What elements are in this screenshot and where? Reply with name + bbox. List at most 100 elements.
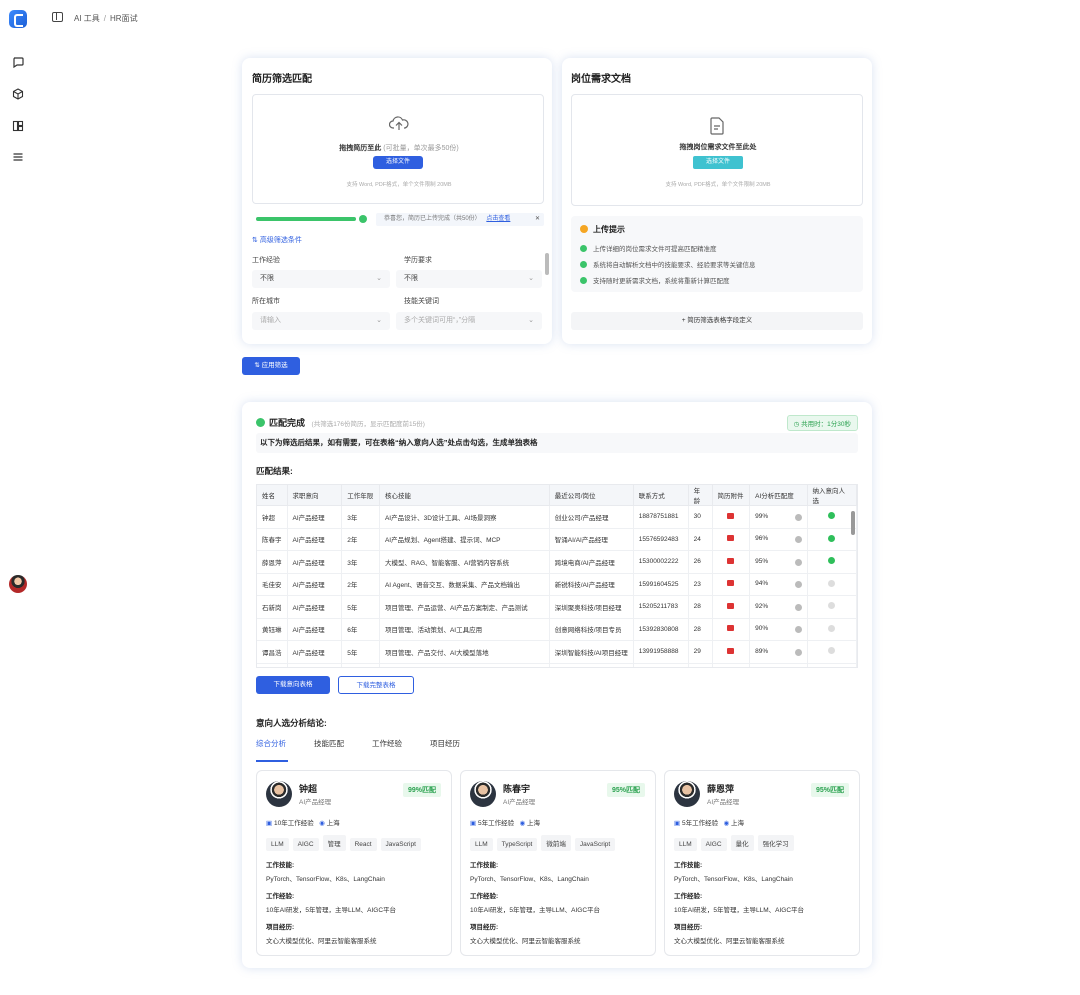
detail-icon[interactable] — [794, 513, 802, 521]
file-icon[interactable] — [727, 625, 735, 632]
file-icon[interactable] — [727, 602, 735, 609]
table-row: 钟超 AI产品经理 3年 AI产品设计、3D设计工具、AI场景洞察 创业公司/产品经理 1… — [257, 505, 857, 529]
candidate-card[interactable]: 陈春宇 AI产品经理 95%匹配 ▣ 5年工作经验 ◉ 上海 LLM TypeScript… — [460, 770, 656, 956]
cell-attachment — [712, 663, 751, 667]
experience-years: 5年工作经验 — [681, 820, 719, 827]
skill-tag: 管理 — [322, 835, 346, 851]
view-uploaded-link[interactable]: 点击查看 — [486, 216, 510, 222]
tab-experience[interactable]: 工作经验 — [372, 738, 402, 749]
cell-phone: 15205211783 — [633, 595, 689, 619]
results-table: 姓名 求职意向 工作年限 核心技能 最近公司/岗位 联系方式 年龄 简历附件 AI分析匹配度 纳入… — [257, 485, 857, 667]
check-icon — [580, 245, 587, 252]
detail-icon[interactable] — [794, 626, 802, 634]
experience-heading: 工作经验: — [470, 893, 499, 900]
job-panel-title: 岗位需求文档 — [571, 74, 631, 85]
tab-overall[interactable]: 综合分析 — [256, 738, 286, 749]
cell-attachment — [712, 573, 751, 596]
match-value: 99% — [755, 512, 769, 520]
detail-icon[interactable] — [794, 603, 802, 611]
candidate-name: 钟超 — [299, 784, 318, 794]
user-avatar[interactable] — [9, 575, 27, 593]
select-checkbox[interactable] — [828, 647, 836, 655]
file-icon[interactable] — [727, 512, 735, 519]
close-icon[interactable]: ✕ — [535, 213, 540, 226]
city: 上海 — [731, 820, 744, 827]
table-scrollbar[interactable] — [851, 511, 855, 535]
candidate-card[interactable]: 薛恩萍 AI产品经理 95%匹配 ▣ 5年工作经验 ◉ 上海 LLM AIGC 量化 强化学习… — [664, 770, 860, 956]
apply-filter-button[interactable]: ⇅ 应用筛选 — [242, 357, 300, 375]
tag-list: LLM AIGC 管理 React JavaScript — [266, 835, 425, 851]
cell-match: 95% — [749, 550, 808, 574]
projects-value: 文心大模型优化、阿里云智能客服系统 — [470, 938, 581, 945]
candidate-role: AI产品经理 — [299, 799, 332, 806]
cell-match: 99% — [749, 505, 808, 529]
advanced-filter-toggle[interactable]: ⇅ 高级筛选条件 — [252, 235, 302, 245]
custom-fields-button[interactable]: + 简历筛选表格字段定义 — [571, 312, 863, 330]
column-header: 年龄 — [688, 485, 713, 506]
file-icon[interactable] — [727, 580, 735, 587]
city-input[interactable]: 请输入 ⌄ — [252, 312, 390, 330]
candidate-card[interactable]: 钟超 AI产品经理 99%匹配 ▣ 10年工作经验 ◉ 上海 LLM AIGC 管理 Reac… — [256, 770, 452, 956]
resume-panel: 简历筛选匹配 拖拽简历至此 (可批量，单次最多50份) 选择文件 支持 Word… — [242, 58, 552, 344]
download-intent-button[interactable]: 下载意向表格 — [256, 676, 330, 694]
cell-company: 智涌AI/AI产品经理 — [549, 528, 634, 551]
keywords-placeholder: 多个关键词可用“，”分隔 — [404, 317, 476, 324]
experience-label: 工作经验 — [252, 257, 280, 264]
menu-icon[interactable] — [12, 151, 24, 163]
advanced-filter-label: 高级筛选条件 — [259, 237, 302, 244]
education-label: 学历要求 — [404, 257, 432, 264]
select-checkbox[interactable] — [828, 602, 836, 610]
custom-fields-label: 简历筛选表格字段定义 — [687, 317, 753, 324]
table-title: 匹配结果: — [256, 466, 293, 476]
file-icon[interactable] — [727, 647, 735, 654]
education-select[interactable]: 不限 ⌄ — [396, 270, 542, 288]
clock-icon: ◷ — [793, 421, 800, 428]
cell-name: 谭昌浩 — [257, 640, 288, 664]
resume-panel-title: 简历筛选匹配 — [252, 74, 312, 85]
match-value: 95% — [755, 557, 769, 565]
cell-years: 5年 — [341, 595, 380, 619]
tab-projects[interactable]: 项目经历 — [430, 738, 460, 749]
briefcase-icon: ▣ — [470, 820, 477, 827]
select-checkbox[interactable] — [828, 624, 836, 632]
keywords-input[interactable]: 多个关键词可用“，”分隔 ⌄ — [396, 312, 542, 330]
tag-list: LLM TypeScript 微前端 JavaScript — [470, 835, 619, 851]
cell-name: 毛佳安 — [257, 573, 288, 596]
detail-icon[interactable] — [794, 558, 802, 566]
cell-age: 29 — [688, 640, 713, 664]
job-dropzone[interactable]: 拖拽岗位需求文件至此处 选择文件 支持 Word, PDF格式，单个文件限制 2… — [571, 94, 863, 206]
cube-icon[interactable] — [12, 88, 24, 100]
job-select-button[interactable]: 选择文件 — [693, 156, 743, 169]
resume-select-button[interactable]: 选择文件 — [373, 156, 423, 169]
cell-skills: AI项目全生命周期、跨团队协作、项目管理、路演会 — [379, 663, 550, 667]
download-full-button[interactable]: 下载完整表格 — [338, 676, 414, 694]
time-badge: ◷ 共用时：1分30秒 — [786, 415, 858, 431]
chat-icon[interactable] — [12, 56, 24, 69]
match-badge: 99%匹配 — [402, 783, 441, 797]
select-checkbox[interactable] — [828, 534, 836, 542]
select-checkbox[interactable] — [828, 512, 836, 520]
select-checkbox[interactable] — [828, 557, 836, 565]
match-value: 90% — [755, 625, 769, 633]
cell-phone: 13991958888 — [633, 640, 689, 664]
detail-icon[interactable] — [794, 536, 802, 544]
cell-name: 刘超 — [257, 663, 288, 667]
app-logo[interactable] — [9, 10, 27, 28]
file-icon[interactable] — [727, 557, 735, 564]
select-checkbox[interactable] — [828, 579, 836, 587]
panel-scrollbar[interactable] — [545, 253, 549, 275]
briefcase-icon: ▣ — [674, 820, 681, 827]
cell-match: 94% — [749, 573, 808, 596]
layout-icon[interactable] — [12, 120, 24, 132]
check-icon — [580, 277, 587, 284]
resume-dropzone[interactable]: 拖拽简历至此 (可批量，单次最多50份) 选择文件 支持 Word, PDF格式… — [252, 94, 544, 204]
skills-heading: 工作技能: — [470, 862, 499, 869]
file-icon[interactable] — [727, 535, 735, 542]
panel-toggle-icon[interactable] — [52, 12, 63, 22]
filter-icon: ⇅ — [254, 362, 260, 369]
detail-icon[interactable] — [794, 581, 802, 589]
tab-skills[interactable]: 技能匹配 — [314, 738, 344, 749]
experience-select[interactable]: 不限 ⌄ — [252, 270, 390, 288]
breadcrumb-root[interactable]: AI 工具 — [74, 14, 100, 23]
detail-icon[interactable] — [794, 648, 802, 656]
